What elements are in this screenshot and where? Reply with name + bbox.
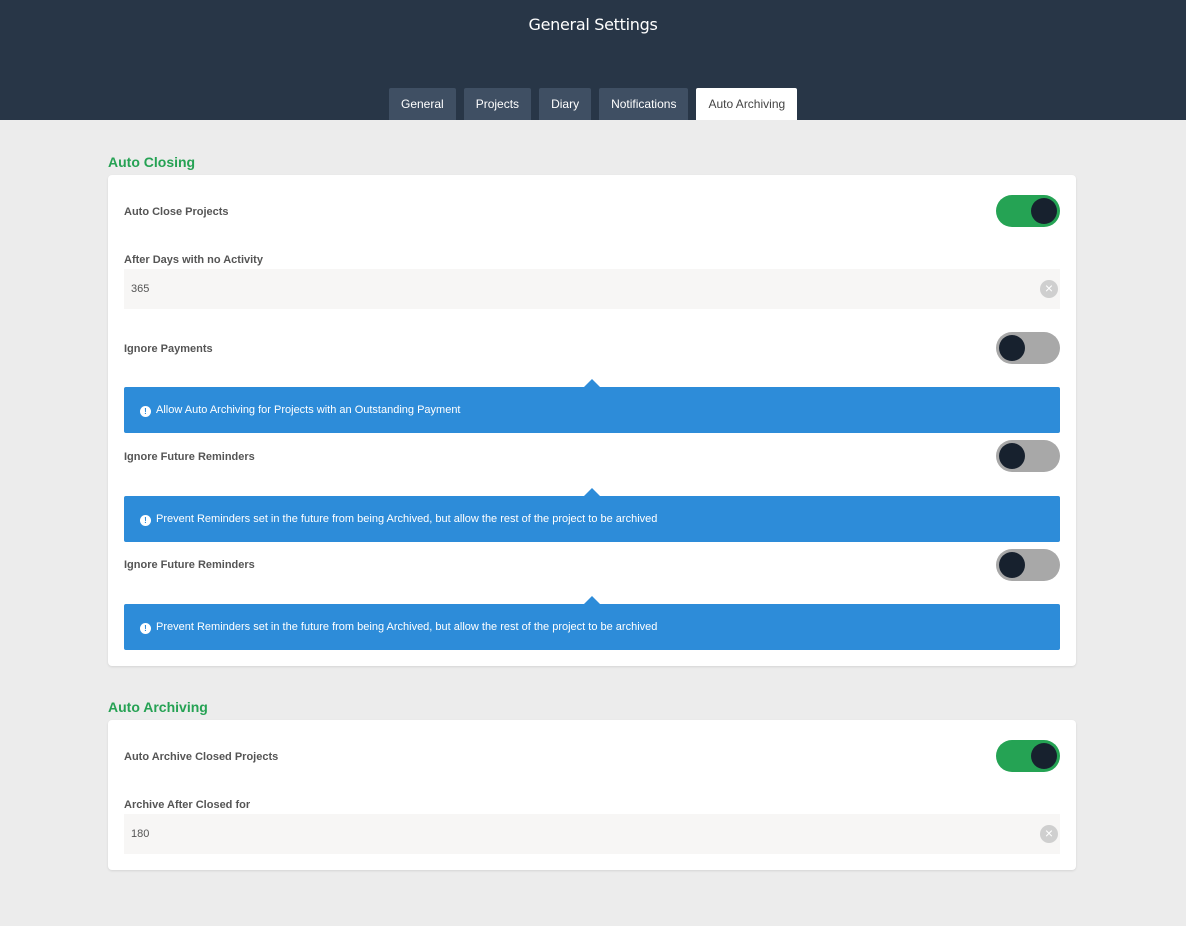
auto-closing-card: Auto Close Projects After Days with no A… — [108, 175, 1076, 666]
auto-archiving-title: Auto Archiving — [108, 699, 208, 715]
tab-auto-archiving[interactable]: Auto Archiving — [696, 88, 798, 120]
info-text: Prevent Reminders set in the future from… — [156, 621, 658, 633]
tab-bar: General Projects Diary Notifications Aut… — [389, 88, 805, 120]
toggle-knob — [1031, 198, 1057, 224]
ignore-future-reminders-info-2: ! Prevent Reminders set in the future fro… — [124, 596, 1060, 650]
clear-icon[interactable]: × — [1040, 825, 1058, 843]
ignore-payments-toggle[interactable] — [996, 332, 1060, 364]
toggle-knob — [999, 335, 1025, 361]
after-days-label: After Days with no Activity — [124, 254, 263, 266]
auto-closing-title: Auto Closing — [108, 154, 196, 170]
clear-icon[interactable]: × — [1040, 280, 1058, 298]
auto-archive-closed-toggle[interactable] — [996, 740, 1060, 772]
ignore-future-reminders-info: ! Prevent Reminders set in the future fro… — [124, 488, 1060, 542]
info-icon: ! — [140, 406, 151, 417]
auto-close-projects-label: Auto Close Projects — [124, 206, 229, 218]
auto-archive-closed-label: Auto Archive Closed Projects — [124, 751, 279, 763]
archive-after-input[interactable] — [124, 814, 1060, 854]
tab-diary[interactable]: Diary — [539, 88, 592, 120]
archive-after-field: × — [124, 814, 1060, 854]
info-icon: ! — [140, 623, 151, 634]
toggle-knob — [1031, 743, 1057, 769]
toggle-knob — [999, 443, 1025, 469]
info-text: Allow Auto Archiving for Projects with a… — [156, 404, 461, 416]
ignore-future-reminders-label: Ignore Future Reminders — [124, 451, 255, 463]
header: General Settings General Projects Diary … — [0, 0, 1186, 120]
auto-close-projects-toggle[interactable] — [996, 195, 1060, 227]
auto-archiving-card: Auto Archive Closed Projects Archive Aft… — [108, 720, 1076, 870]
page-title: General Settings — [528, 15, 658, 34]
ignore-future-reminders-label-2: Ignore Future Reminders — [124, 559, 255, 571]
tab-general[interactable]: General — [389, 88, 456, 120]
archive-after-label: Archive After Closed for — [124, 799, 251, 811]
ignore-payments-label: Ignore Payments — [124, 343, 213, 355]
after-days-field: × — [124, 269, 1060, 309]
tab-projects[interactable]: Projects — [463, 88, 532, 120]
toggle-knob — [999, 552, 1025, 578]
tab-notifications[interactable]: Notifications — [599, 88, 689, 120]
ignore-future-reminders-toggle[interactable] — [996, 440, 1060, 472]
info-text: Prevent Reminders set in the future from… — [156, 513, 658, 525]
ignore-payments-info: ! Allow Auto Archiving for Projects with … — [124, 379, 1060, 433]
ignore-future-reminders-toggle-2[interactable] — [996, 549, 1060, 581]
info-icon: ! — [140, 515, 151, 526]
after-days-input[interactable] — [124, 269, 1060, 309]
